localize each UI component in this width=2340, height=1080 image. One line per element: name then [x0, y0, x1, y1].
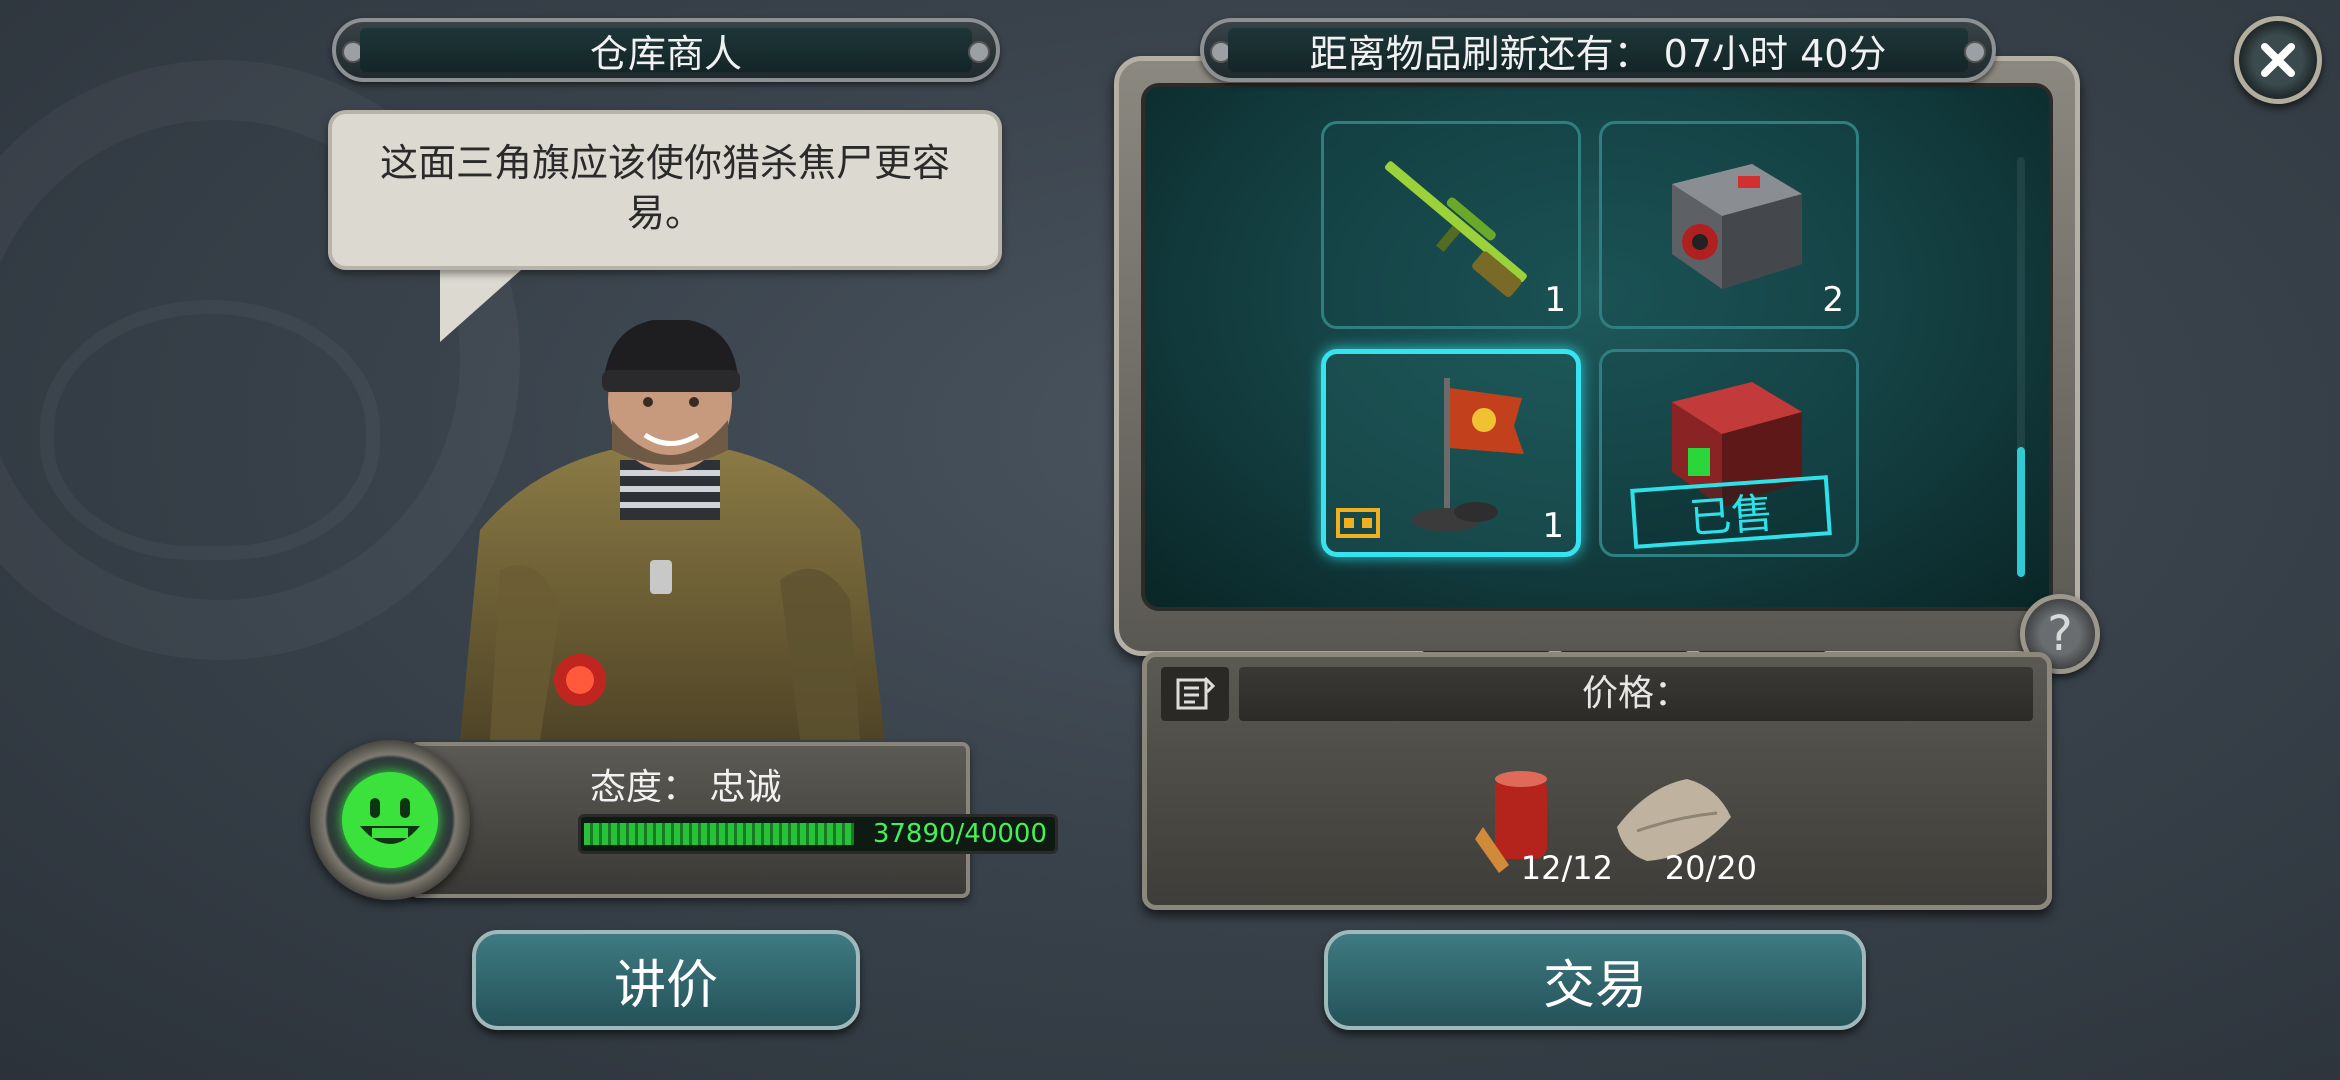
- attitude-label: 态度： 忠诚: [590, 767, 782, 808]
- trade-button[interactable]: 交易: [1324, 930, 1866, 1030]
- attitude-progress-bar: 37890/40000: [578, 814, 1058, 854]
- background-gas-mask: [40, 300, 380, 560]
- cost-item: 12/12: [1463, 757, 1613, 887]
- close-icon: [2260, 42, 2296, 78]
- shop-item-slot-sold[interactable]: 已售: [1599, 349, 1859, 557]
- question-icon: ?: [2047, 606, 2073, 662]
- cost-amount: 12/12: [1520, 849, 1613, 887]
- shop-item-slot[interactable]: 2: [1599, 121, 1859, 329]
- haggle-button[interactable]: 讲价: [472, 930, 860, 1030]
- speech-bubble: 这面三角旗应该使你猎杀焦尸更容易。: [328, 110, 1002, 270]
- merchant-portrait: [460, 320, 885, 740]
- sold-label: 已售: [1687, 487, 1775, 543]
- item-scrollbar-thumb[interactable]: [2017, 447, 2025, 577]
- price-label: 价格：: [1581, 673, 1690, 714]
- item-count: 1: [1542, 506, 1564, 546]
- shop-frame: 1 2 1 已售: [1114, 56, 2080, 661]
- attitude-emblem: [310, 740, 470, 900]
- shop-item-grid: 1 2 1 已售: [1141, 83, 2053, 611]
- trade-button-label: 交易: [1542, 955, 1647, 1016]
- note-button[interactable]: [1161, 667, 1229, 721]
- attitude-progress-fill: [584, 823, 855, 845]
- attitude-value: 37890/40000: [872, 819, 1047, 849]
- item-count: 2: [1822, 280, 1844, 320]
- refresh-timer-plate: 距离物品刷新还有： 07小时 40分: [1200, 18, 1996, 82]
- attitude-panel: 态度： 忠诚 37890/40000: [310, 740, 1058, 900]
- cost-amount: 20/20: [1664, 849, 1757, 887]
- close-button[interactable]: [2234, 16, 2322, 104]
- refresh-timer: 距离物品刷新还有： 07小时 40分: [1309, 31, 1887, 76]
- haggle-button-label: 讲价: [613, 955, 718, 1016]
- merchant-title-plate: 仓库商人: [332, 18, 1000, 82]
- note-icon: [1176, 676, 1215, 710]
- price-panel: 价格： 12/12 20/20: [1142, 652, 2052, 910]
- merchant-title: 仓库商人: [589, 31, 742, 76]
- shop-item-slot[interactable]: 1: [1321, 121, 1581, 329]
- item-count: 1: [1544, 280, 1566, 320]
- cost-item: 20/20: [1607, 757, 1757, 887]
- smiley-face-icon: [342, 772, 438, 868]
- storage-icon: [1336, 508, 1380, 538]
- shop-item-slot-selected[interactable]: 1: [1321, 349, 1581, 557]
- speech-text: 这面三角旗应该使你猎杀焦尸更容易。: [379, 141, 950, 235]
